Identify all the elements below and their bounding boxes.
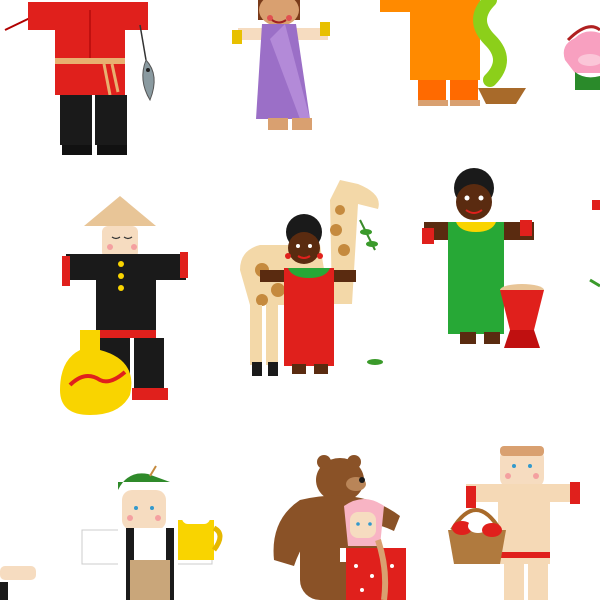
figures-illustration <box>0 0 600 600</box>
mushroom-boy-figure <box>448 446 580 600</box>
snake-charmer-figure <box>380 0 526 106</box>
fisherman-figure <box>4 2 155 155</box>
illustration-scene <box>0 0 600 600</box>
bavarian-man-figure <box>81 465 223 600</box>
chinese-man-figure <box>60 196 188 415</box>
giraffe-girl-figure <box>240 180 383 376</box>
drummer-figure <box>422 168 544 348</box>
lotus-basket-figure <box>563 25 600 90</box>
bear-girl-figure <box>273 455 410 600</box>
sari-woman-figure <box>232 0 330 130</box>
